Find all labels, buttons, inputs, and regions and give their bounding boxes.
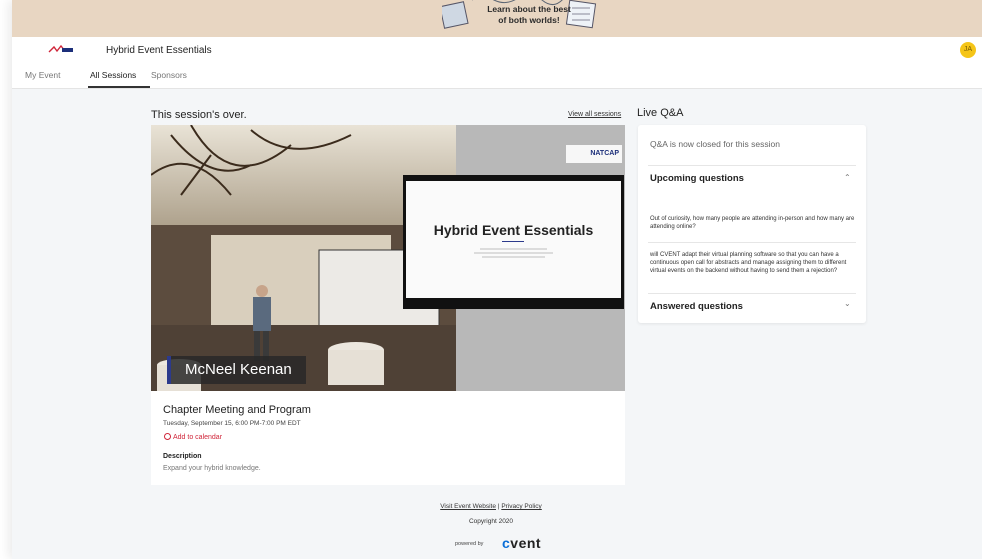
slide-background [406, 181, 621, 298]
question-item: will CVENT adapt their virtual planning … [650, 252, 847, 274]
copyright-text: Copyright 2020 [468, 518, 514, 525]
question-item: Out of curiosity, how many people are at… [650, 216, 855, 230]
banner-text: Learn about the best of both worlds! [474, 4, 584, 26]
main-tabs: My Event All Sessions Sponsors [12, 65, 982, 89]
visit-event-website-link[interactable]: Visit Event Website [440, 503, 496, 510]
slide-title: Hybrid Event Essentials [433, 222, 594, 238]
qa-heading: Live Q&A [637, 107, 684, 119]
user-avatar[interactable]: JA [960, 42, 976, 58]
add-to-calendar-label: Add to calendar [173, 434, 223, 441]
qa-divider [648, 165, 856, 166]
session-status: This session's over. [151, 109, 247, 121]
banner-line-2: of both worlds! [498, 15, 560, 25]
qa-divider [648, 242, 856, 243]
session-time: Tuesday, September 15, 6:00 PM-7:00 PM E… [163, 420, 301, 427]
speaker-name-overlay: McNeel Keenan [167, 356, 306, 384]
description-text: Expand your hybrid knowledge. [163, 465, 261, 472]
event-title: Hybrid Event Essentials [106, 45, 212, 56]
cvent-logo-rest: vent [510, 535, 542, 551]
qa-panel: Q&A is now closed for this session Upcom… [638, 125, 866, 323]
add-to-calendar-button[interactable]: Add to calendar [164, 433, 222, 441]
natcap-label: NATCAP [590, 150, 619, 157]
promo-banner[interactable]: Learn about the best of both worlds! [12, 0, 982, 37]
top-header: Hybrid Event Essentials JA [12, 37, 982, 65]
answered-questions-toggle[interactable]: Answered questions [650, 301, 743, 312]
tab-all-sessions[interactable]: All Sessions [90, 70, 136, 80]
slide-natcap-logo: NATCAP [566, 145, 622, 163]
description-label: Description [163, 453, 202, 460]
view-all-sessions-link[interactable]: View all sessions [568, 111, 621, 118]
qa-divider [648, 293, 856, 294]
upcoming-questions-toggle[interactable]: Upcoming questions [650, 173, 744, 184]
cvent-logo[interactable]: cvent [502, 535, 541, 551]
privacy-policy-link[interactable]: Privacy Policy [501, 503, 541, 510]
footer-separator: | [497, 503, 500, 510]
tab-sponsors[interactable]: Sponsors [151, 70, 187, 80]
natcap-logo-icon[interactable] [48, 45, 74, 55]
qa-closed-note: Q&A is now closed for this session [650, 139, 780, 149]
calendar-plus-icon [164, 433, 171, 440]
chevron-up-icon[interactable]: ⌃ [844, 173, 851, 182]
footer-links: Visit Event Website | Privacy Policy [0, 503, 982, 510]
session-title: Chapter Meeting and Program [163, 404, 311, 416]
chevron-down-icon[interactable]: ⌄ [844, 299, 851, 308]
slide-subtext-lines [474, 248, 553, 258]
banner-line-1: Learn about the best [487, 4, 571, 14]
powered-by-label: powered by [455, 541, 484, 547]
active-tab-indicator [88, 86, 150, 88]
session-info-card: Chapter Meeting and Program Tuesday, Sep… [151, 391, 625, 485]
slide-divider [502, 241, 524, 242]
tab-my-event[interactable]: My Event [25, 70, 60, 80]
